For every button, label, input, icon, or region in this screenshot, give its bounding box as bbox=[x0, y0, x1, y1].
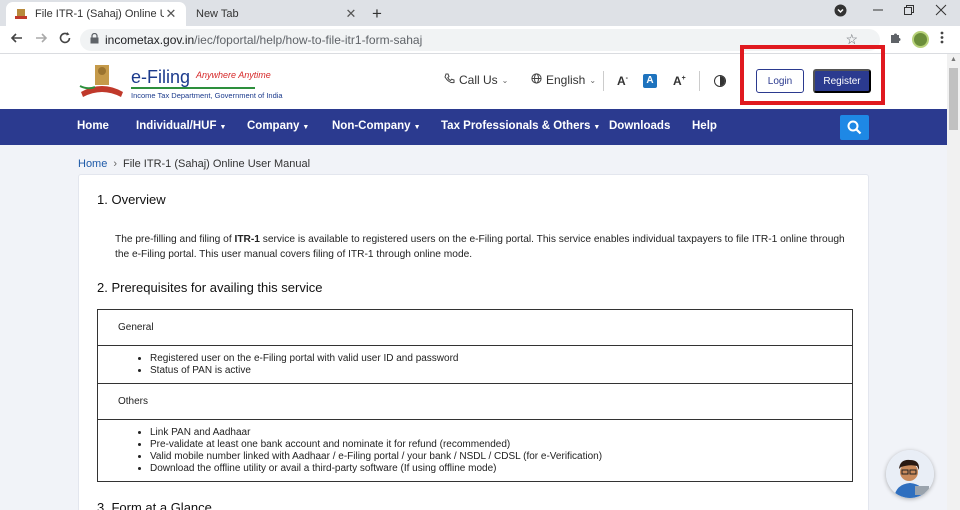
list-item: Status of PAN is active bbox=[150, 365, 832, 377]
logo-subtitle: Income Tax Department, Government of Ind… bbox=[131, 91, 283, 100]
tab-close-icon[interactable]: ✕ bbox=[164, 6, 178, 22]
nav-home[interactable]: Home bbox=[77, 120, 109, 132]
header-divider bbox=[699, 71, 700, 91]
breadcrumb-home-link[interactable]: Home bbox=[78, 158, 107, 170]
section-heading-overview: 1. Overview bbox=[97, 192, 166, 207]
table-row-general: Registered user on the e-Filing portal w… bbox=[97, 345, 853, 384]
globe-icon bbox=[531, 73, 542, 87]
logo-underline bbox=[131, 87, 255, 89]
call-us-label: Call Us bbox=[459, 73, 498, 87]
browser-tab-bar: File ITR-1 (Sahaj) Online User Ma ✕ New … bbox=[0, 0, 960, 26]
section-heading-prerequisites: 2. Prerequisites for availing this servi… bbox=[97, 280, 323, 295]
chevron-down-icon: ⌄ bbox=[589, 75, 597, 85]
nav-non-company[interactable]: Non-Company ▼ bbox=[332, 120, 421, 132]
chevron-down-icon: ▼ bbox=[593, 124, 601, 131]
overview-paragraph: The pre-filling and filing of ITR-1 serv… bbox=[115, 234, 845, 260]
chatbot-avatar-icon[interactable] bbox=[886, 450, 934, 498]
table-row-header-general: General bbox=[97, 309, 853, 346]
font-increase-button[interactable]: A+ bbox=[673, 74, 686, 88]
header-divider bbox=[603, 71, 604, 91]
tab-title: File ITR-1 (Sahaj) Online User Ma bbox=[35, 8, 164, 20]
phone-icon bbox=[444, 73, 455, 87]
new-tab-button[interactable]: + bbox=[372, 4, 382, 24]
chevron-down-icon: ⌄ bbox=[501, 75, 509, 85]
emblem-favicon-icon bbox=[14, 8, 28, 20]
window-close-icon[interactable] bbox=[935, 4, 947, 19]
browser-tab-active[interactable]: File ITR-1 (Sahaj) Online User Ma ✕ bbox=[6, 2, 186, 26]
nav-tax-professionals[interactable]: Tax Professionals & Others ▼ bbox=[441, 120, 600, 132]
breadcrumb-separator-icon: › bbox=[113, 158, 118, 170]
emblem-logo-icon[interactable] bbox=[78, 62, 126, 100]
lock-icon bbox=[90, 32, 99, 47]
forward-icon[interactable] bbox=[34, 31, 48, 49]
back-icon[interactable] bbox=[10, 31, 24, 49]
main-navigation: Home Individual/HUF ▼ Company ▼ Non-Compan… bbox=[0, 109, 947, 145]
search-icon bbox=[847, 120, 862, 135]
language-dropdown[interactable]: English ⌄ bbox=[531, 73, 596, 87]
font-decrease-button[interactable]: A- bbox=[617, 74, 628, 88]
nav-downloads[interactable]: Downloads bbox=[609, 120, 670, 132]
scroll-up-arrow-icon[interactable]: ▲ bbox=[950, 56, 957, 63]
url-path: /iec/foportal/help/how-to-file-itr1-form… bbox=[194, 33, 423, 47]
breadcrumb: Home › File ITR-1 (Sahaj) Online User Manu… bbox=[78, 158, 310, 170]
tab-search-icon[interactable] bbox=[834, 4, 847, 20]
browser-tab-new[interactable]: New Tab ✕ bbox=[188, 2, 366, 26]
url-host: incometax.gov.in bbox=[105, 33, 195, 47]
profile-avatar[interactable] bbox=[912, 31, 929, 48]
manual-content: 1. Overview The pre-filling and filing o… bbox=[78, 174, 869, 510]
list-item: Registered user on the e-Filing portal w… bbox=[150, 353, 832, 365]
extensions-puzzle-icon[interactable] bbox=[889, 31, 902, 47]
browser-menu-icon[interactable] bbox=[940, 31, 944, 47]
logo-title: e-Filing bbox=[131, 67, 191, 87]
call-us-dropdown[interactable]: Call Us ⌄ bbox=[444, 73, 508, 87]
list-item: Valid mobile number linked with Aadhaar … bbox=[150, 451, 832, 463]
login-button[interactable]: Login bbox=[756, 69, 804, 93]
tab-title: New Tab bbox=[196, 8, 239, 20]
chevron-down-icon: ▼ bbox=[413, 124, 421, 131]
list-item: Link PAN and Aadhaar bbox=[150, 427, 832, 439]
chevron-down-icon: ▼ bbox=[219, 124, 227, 131]
font-normal-button[interactable]: A bbox=[643, 74, 657, 88]
prerequisites-table: General Registered user on the e-Filing … bbox=[97, 309, 853, 482]
minimize-icon[interactable] bbox=[872, 4, 884, 19]
list-item: Pre-validate at least one bank account a… bbox=[150, 439, 832, 451]
nav-individual-huf[interactable]: Individual/HUF ▼ bbox=[136, 120, 226, 132]
nav-help[interactable]: Help bbox=[692, 120, 717, 132]
logo-tagline: Anywhere Anytime bbox=[196, 70, 271, 80]
scroll-thumb[interactable] bbox=[949, 68, 958, 130]
tab-close-icon[interactable]: ✕ bbox=[344, 6, 358, 22]
section-heading-form-at-glance: 3. Form at a Glance bbox=[97, 500, 212, 510]
page-scrollbar[interactable]: ▲ bbox=[947, 54, 960, 510]
register-button[interactable]: Register bbox=[813, 69, 871, 93]
chevron-down-icon: ▼ bbox=[302, 124, 310, 131]
table-row-others: Link PAN and Aadhaar Pre-validate at lea… bbox=[97, 419, 853, 482]
breadcrumb-current: File ITR-1 (Sahaj) Online User Manual bbox=[123, 158, 311, 170]
list-item: Download the offline utility or avail a … bbox=[150, 463, 832, 475]
nav-company[interactable]: Company ▼ bbox=[247, 120, 309, 132]
search-button[interactable] bbox=[840, 115, 869, 140]
table-row-header-others: Others bbox=[97, 383, 853, 420]
restore-icon[interactable] bbox=[903, 4, 915, 19]
reload-icon[interactable] bbox=[58, 31, 72, 49]
contrast-toggle-icon[interactable] bbox=[714, 75, 726, 87]
language-label: English bbox=[546, 73, 586, 87]
